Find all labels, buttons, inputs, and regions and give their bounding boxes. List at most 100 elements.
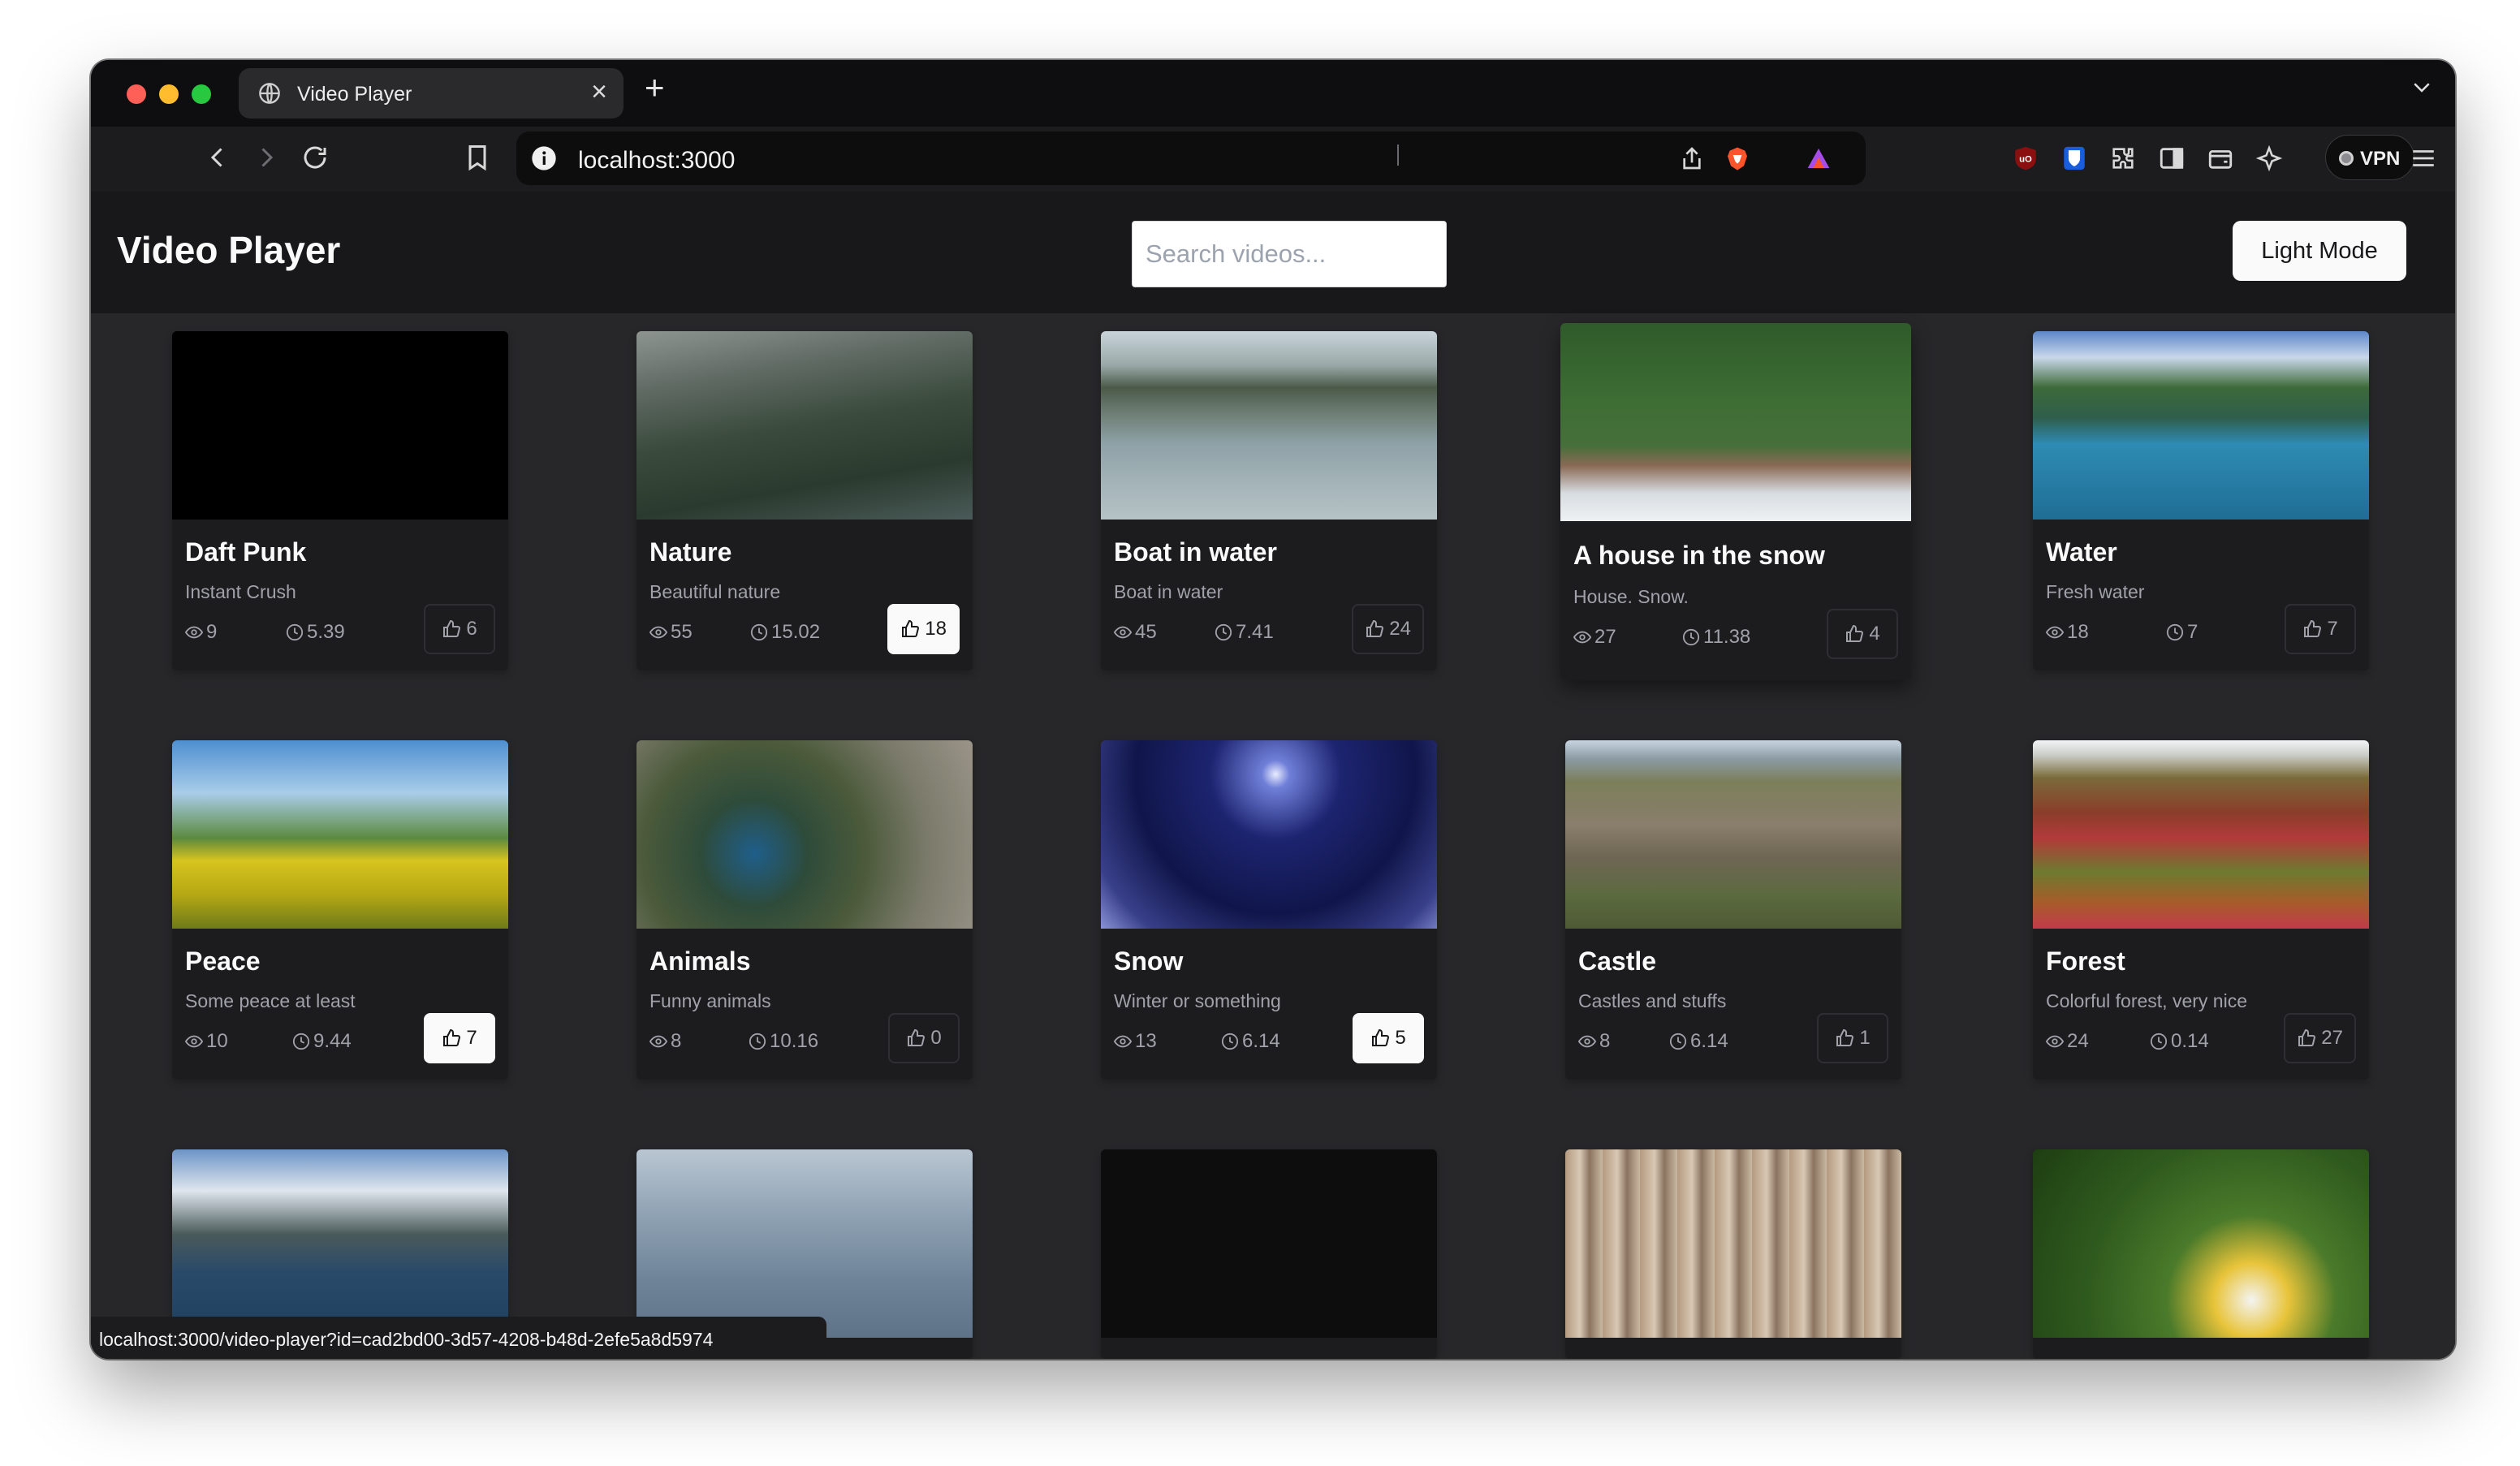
clock-icon bbox=[750, 623, 768, 641]
leo-ai-icon[interactable] bbox=[2255, 144, 2283, 172]
zoom-window-button[interactable] bbox=[192, 84, 211, 104]
views-count: 27 bbox=[1594, 626, 1616, 648]
video-card[interactable]: Boat in water Boat in water 45 7.41 24 bbox=[1101, 331, 1437, 670]
like-button[interactable]: 6 bbox=[424, 604, 495, 654]
video-description: Some peace at least bbox=[185, 990, 356, 1011]
svg-text:uO: uO bbox=[2019, 154, 2032, 164]
likes-count: 4 bbox=[1869, 623, 1880, 645]
video-description: Winter or something bbox=[1114, 990, 1281, 1011]
clock-icon bbox=[1682, 628, 1700, 646]
browser-tab[interactable]: Video Player × bbox=[239, 68, 624, 119]
video-card[interactable]: Snow Winter or something 13 6.14 5 bbox=[1101, 740, 1437, 1080]
like-button[interactable]: 7 bbox=[2285, 604, 2356, 654]
views-count: 8 bbox=[671, 1030, 682, 1052]
video-card[interactable]: Castle Castles and stuffs 8 6.14 1 bbox=[1565, 740, 1901, 1080]
extensions-puzzle-icon[interactable] bbox=[2109, 144, 2137, 172]
close-tab-button[interactable]: × bbox=[591, 76, 607, 108]
views-stat: 24 bbox=[2046, 1030, 2089, 1053]
video-thumbnail bbox=[636, 1149, 973, 1338]
share-icon[interactable] bbox=[1679, 145, 1705, 171]
duration-value: 0.14 bbox=[2171, 1030, 2209, 1052]
close-window-button[interactable] bbox=[127, 84, 146, 104]
video-card[interactable]: Daft Punk Instant Crush 9 5.39 6 bbox=[172, 331, 508, 670]
video-description: Fresh water bbox=[2046, 581, 2145, 602]
duration-stat: 7.41 bbox=[1215, 621, 1274, 644]
clock-icon bbox=[286, 623, 304, 641]
light-mode-toggle-button[interactable]: Light Mode bbox=[2233, 221, 2406, 281]
like-button[interactable]: 4 bbox=[1827, 609, 1898, 659]
vpn-label: VPN bbox=[2360, 148, 2401, 170]
eye-icon bbox=[1114, 1035, 1132, 1048]
duration-value: 7.41 bbox=[1236, 621, 1274, 643]
clock-icon bbox=[2166, 623, 2184, 641]
url-text: localhost:3000 bbox=[578, 147, 736, 174]
clock-icon bbox=[292, 1033, 310, 1050]
views-stat: 8 bbox=[649, 1030, 681, 1053]
wallet-icon[interactable] bbox=[2207, 144, 2234, 172]
video-card[interactable]: Water Fresh water 18 7 7 bbox=[2033, 331, 2369, 670]
video-title: Peace bbox=[185, 946, 261, 976]
brave-rewards-icon[interactable] bbox=[1806, 145, 1832, 171]
eye-icon bbox=[2046, 1035, 2064, 1048]
video-card[interactable]: Forest Colorful forest, very nice 24 0.1… bbox=[2033, 740, 2369, 1080]
video-thumbnail bbox=[1565, 1149, 1901, 1338]
video-description: Castles and stuffs bbox=[1578, 990, 1727, 1011]
vpn-status-icon bbox=[2339, 151, 2354, 166]
like-button[interactable]: 5 bbox=[1353, 1013, 1424, 1063]
video-card[interactable] bbox=[1101, 1149, 1437, 1359]
bookmark-icon[interactable] bbox=[463, 143, 492, 172]
like-button[interactable]: 24 bbox=[1352, 604, 1424, 654]
ublock-icon[interactable]: uO bbox=[2012, 144, 2039, 172]
video-thumbnail bbox=[636, 740, 973, 929]
views-stat: 45 bbox=[1114, 621, 1157, 644]
video-card[interactable] bbox=[2033, 1149, 2369, 1359]
vpn-button[interactable]: VPN bbox=[2325, 135, 2414, 180]
reload-icon[interactable] bbox=[300, 143, 330, 172]
bitwarden-icon[interactable] bbox=[2060, 144, 2088, 172]
info-icon[interactable] bbox=[531, 145, 557, 171]
like-button[interactable]: 7 bbox=[424, 1013, 495, 1063]
eye-icon bbox=[649, 626, 667, 639]
eye-icon bbox=[185, 626, 203, 639]
back-arrow-icon[interactable] bbox=[203, 143, 232, 172]
clock-icon bbox=[749, 1033, 766, 1050]
clock-icon bbox=[1221, 1033, 1239, 1050]
video-grid: Daft Punk Instant Crush 9 5.39 6 Nature … bbox=[91, 313, 2455, 1359]
video-card[interactable]: Animals Funny animals 8 10.16 0 bbox=[636, 740, 973, 1080]
menu-hamburger-icon[interactable] bbox=[2410, 144, 2437, 172]
likes-count: 5 bbox=[1395, 1027, 1406, 1049]
minimize-window-button[interactable] bbox=[159, 84, 179, 104]
likes-count: 24 bbox=[1389, 618, 1411, 640]
like-button[interactable]: 27 bbox=[2284, 1013, 2356, 1063]
sidebar-icon[interactable] bbox=[2158, 144, 2186, 172]
views-stat: 55 bbox=[649, 621, 693, 644]
video-card[interactable] bbox=[1565, 1149, 1901, 1359]
tab-strip: Video Player × + bbox=[91, 60, 2455, 127]
video-title: Animals bbox=[649, 946, 751, 976]
new-tab-button[interactable]: + bbox=[645, 68, 665, 107]
forward-arrow-icon[interactable] bbox=[252, 143, 281, 172]
duration-value: 9.44 bbox=[313, 1030, 352, 1052]
like-button[interactable]: 0 bbox=[888, 1013, 960, 1063]
video-description: Boat in water bbox=[1114, 581, 1223, 602]
duration-stat: 6.14 bbox=[1221, 1030, 1280, 1053]
chevron-down-icon[interactable] bbox=[2410, 75, 2434, 99]
video-card-hovered[interactable]: A house in the snow House. Snow. 27 11.3… bbox=[1560, 323, 1911, 680]
views-count: 9 bbox=[206, 621, 218, 643]
video-card[interactable]: Nature Beautiful nature 55 15.02 18 bbox=[636, 331, 973, 670]
views-stat: 10 bbox=[185, 1030, 228, 1053]
like-button[interactable]: 1 bbox=[1817, 1013, 1888, 1063]
video-title: A house in the snow bbox=[1573, 541, 1825, 570]
duration-value: 5.39 bbox=[307, 621, 345, 643]
brave-shields-icon[interactable] bbox=[1724, 145, 1750, 171]
clock-icon bbox=[2150, 1033, 2168, 1050]
video-card[interactable]: Peace Some peace at least 10 9.44 7 bbox=[172, 740, 508, 1080]
video-title: Nature bbox=[649, 537, 732, 567]
address-bar[interactable]: localhost:3000 bbox=[516, 132, 1866, 185]
search-input[interactable] bbox=[1132, 221, 1447, 287]
duration-value: 11.38 bbox=[1703, 626, 1751, 648]
likes-count: 0 bbox=[930, 1027, 942, 1049]
like-button[interactable]: 18 bbox=[887, 604, 960, 654]
video-thumbnail bbox=[172, 331, 508, 520]
video-thumbnail bbox=[1101, 740, 1437, 929]
